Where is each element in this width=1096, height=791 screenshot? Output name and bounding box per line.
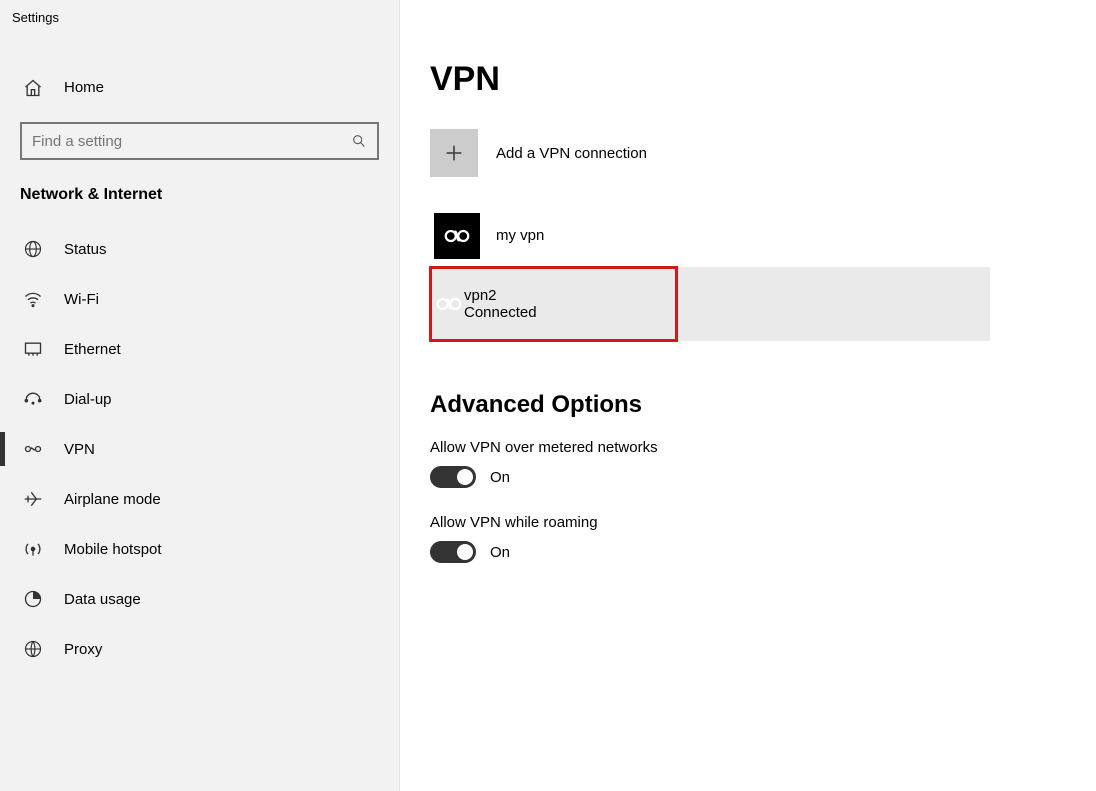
sidebar-item-proxy[interactable]: Proxy xyxy=(0,624,399,674)
window-title: Settings xyxy=(0,6,399,45)
vpn-connection-text: my vpn xyxy=(496,226,544,246)
sidebar-item-label: Wi-Fi xyxy=(64,291,99,308)
plus-icon xyxy=(430,129,478,177)
home-icon xyxy=(20,78,46,98)
toggle-state: On xyxy=(490,544,510,561)
vpn-icon xyxy=(20,439,46,459)
sidebar-item-label: Data usage xyxy=(64,591,141,608)
vpn-connection-icon xyxy=(434,213,480,259)
vpn-connection[interactable]: my vpn xyxy=(430,205,990,267)
hotspot-icon xyxy=(20,539,46,559)
sidebar-item-label: Status xyxy=(64,241,107,258)
sidebar-item-label: Airplane mode xyxy=(64,491,161,508)
sidebar-item-hotspot[interactable]: Mobile hotspot xyxy=(0,524,399,574)
sidebar-item-ethernet[interactable]: Ethernet xyxy=(0,324,399,374)
sidebar-item-label: Mobile hotspot xyxy=(64,541,162,558)
vpn-connection-icon xyxy=(434,289,464,319)
proxy-icon xyxy=(20,639,46,659)
page-title: VPN xyxy=(430,60,1096,99)
sidebar-item-datausage[interactable]: Data usage xyxy=(0,574,399,624)
sidebar-item-label: Ethernet xyxy=(64,341,121,358)
wifi-icon xyxy=(20,289,46,309)
home-nav[interactable]: Home xyxy=(0,65,399,110)
sidebar-item-airplane[interactable]: Airplane mode xyxy=(0,474,399,524)
option-label: Allow VPN while roaming xyxy=(430,514,1096,531)
sidebar-item-label: Dial-up xyxy=(64,391,112,408)
vpn-connection-name: vpn2 xyxy=(464,287,537,304)
sidebar-item-label: VPN xyxy=(64,441,95,458)
search-wrap xyxy=(20,122,379,160)
airplane-icon xyxy=(20,489,46,509)
vpn-connection-status: Connected xyxy=(464,304,537,321)
sidebar-section-title: Network & Internet xyxy=(0,178,399,224)
sidebar: Settings Home Network & Internet Status xyxy=(0,0,400,791)
roaming-toggle[interactable] xyxy=(430,541,476,563)
dialup-icon xyxy=(20,389,46,409)
add-vpn-label: Add a VPN connection xyxy=(496,145,647,162)
option-label: Allow VPN over metered networks xyxy=(430,439,1096,456)
add-vpn-button[interactable]: Add a VPN connection xyxy=(430,129,1096,177)
ethernet-icon xyxy=(20,339,46,359)
globe-icon xyxy=(20,239,46,259)
vpn-connection-text: vpn2 Connected xyxy=(464,287,537,321)
vpn-connection-name: my vpn xyxy=(496,226,544,246)
search-input[interactable] xyxy=(20,122,379,160)
vpn-connection-selected[interactable]: vpn2 Connected xyxy=(430,267,990,341)
sidebar-item-vpn[interactable]: VPN xyxy=(0,424,399,474)
search-icon xyxy=(351,133,367,149)
sidebar-item-dialup[interactable]: Dial-up xyxy=(0,374,399,424)
metered-toggle[interactable] xyxy=(430,466,476,488)
sidebar-item-status[interactable]: Status xyxy=(0,224,399,274)
sidebar-item-label: Proxy xyxy=(64,641,102,658)
home-label: Home xyxy=(64,79,104,96)
toggle-state: On xyxy=(490,469,510,486)
advanced-options-title: Advanced Options xyxy=(430,391,1096,419)
sidebar-item-wifi[interactable]: Wi-Fi xyxy=(0,274,399,324)
content: VPN Add a VPN connection my vpn xyxy=(400,0,1096,791)
datausage-icon xyxy=(20,589,46,609)
